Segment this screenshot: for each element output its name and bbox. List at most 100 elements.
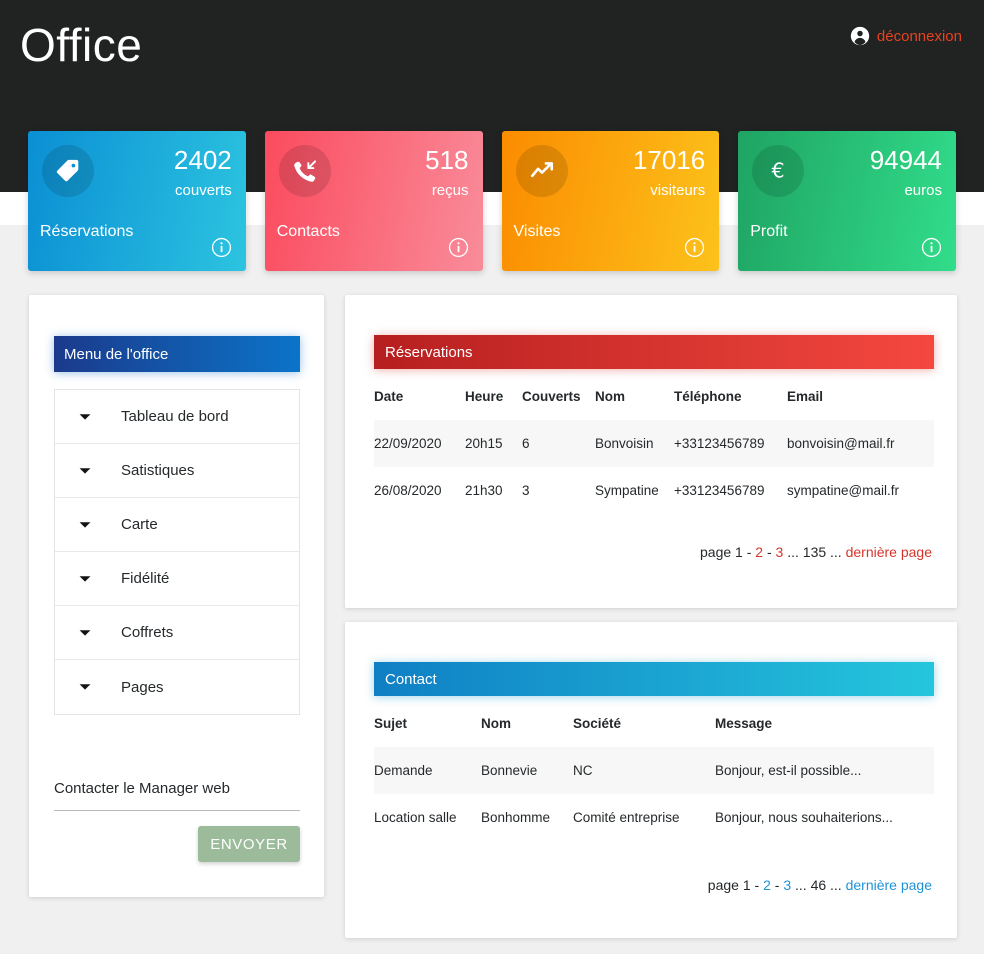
column-header-societe: Société [573, 716, 622, 731]
euro-icon: € [752, 145, 805, 197]
pagination-ellipsis-right: ... [830, 877, 842, 893]
cell-societe: Comité entreprise [573, 810, 680, 825]
stat-title: Réservations [40, 223, 134, 240]
stat-title: Profit [750, 223, 788, 240]
reservations-pagination: page 1 - 2 - 3 ... 135 ... dernière page [700, 544, 932, 560]
contact-pagination: page 1 - 2 - 3 ... 46 ... dernière page [708, 877, 932, 893]
cell-nom: Bonhomme [481, 810, 551, 825]
column-header-nom: Nom [481, 716, 511, 731]
stat-value: 94944 [869, 145, 942, 175]
stat-value: 518 [425, 145, 469, 175]
contact-panel: Contact Sujet Nom Société Message Demand… [345, 622, 957, 938]
stat-unit: euros [904, 182, 942, 199]
column-header-date: Date [374, 389, 404, 404]
pagination-ellipsis-right: ... [830, 544, 842, 560]
pagination-page-2[interactable]: 2 [755, 544, 763, 560]
chevron-down-icon [78, 467, 92, 475]
info-icon[interactable] [448, 237, 469, 258]
cell-couverts: 6 [522, 420, 595, 467]
pagination-last-page-link[interactable]: dernière page [846, 544, 932, 560]
info-icon[interactable] [921, 237, 942, 258]
cell-nom: Sympatine [595, 483, 659, 498]
pagination-total-pages: 46 [810, 877, 827, 893]
tag-icon [42, 145, 94, 197]
stat-card-visites[interactable]: 17016 visiteurs Visites [501, 131, 720, 271]
reservations-table: Date Heure Couverts Nom Téléphone Email … [374, 389, 934, 514]
stat-card-profit[interactable]: € 94944 euros Profit [738, 131, 956, 271]
cell-sujet: Demande [374, 747, 481, 794]
page-title: Office [20, 19, 143, 71]
cell-heure: 20h15 [465, 420, 522, 467]
table-header-row: Date Heure Couverts Nom Téléphone Email [374, 389, 934, 420]
logout-button[interactable]: déconnexion [850, 26, 962, 46]
cell-date: 22/09/2020 [374, 420, 465, 467]
cell-message: Bonjour, nous souhaiterions... [715, 810, 893, 825]
table-row[interactable]: 22/09/2020 20h15 6 Bonvoisin +3312345678… [374, 420, 934, 467]
info-icon[interactable] [684, 237, 705, 258]
chevron-down-icon [78, 521, 92, 529]
stat-card-reservations[interactable]: 2402 couverts Réservations [28, 131, 246, 271]
sidebar-item-tableau-de-bord[interactable]: Tableau de bord [55, 390, 299, 444]
stat-title: Visites [513, 223, 561, 240]
manager-message-input[interactable] [54, 779, 300, 811]
cell-couverts: 3 [522, 483, 530, 498]
stat-unit: reçus [431, 182, 469, 199]
stat-cards-row: 2402 couverts Réservations 518 reçus Con… [28, 131, 956, 271]
pagination-page-3[interactable]: 3 [776, 544, 784, 560]
pagination-prefix: page 1 - [707, 877, 760, 893]
cell-heure: 21h30 [465, 483, 503, 498]
sidebar-item-pages[interactable]: Pages [55, 660, 299, 714]
cell-message: Bonjour, est-il possible... [715, 747, 934, 794]
sidebar-item-fidelite[interactable]: Fidélité [55, 552, 299, 606]
contact-table: Sujet Nom Société Message Demande Bonnev… [374, 716, 934, 841]
cell-nom: Bonnevie [481, 747, 573, 794]
chevron-down-icon [78, 413, 92, 421]
svg-text:€: € [772, 159, 785, 183]
stat-title: Contacts [276, 223, 340, 240]
column-header-message: Message [715, 716, 773, 731]
sidebar-item-coffrets[interactable]: Coffrets [55, 606, 299, 660]
send-button[interactable]: ENVOYER [198, 826, 300, 862]
sidebar-item-label: Satistiques [121, 462, 195, 479]
chevron-down-icon [78, 629, 92, 637]
table-header-row: Sujet Nom Société Message [374, 716, 934, 747]
pagination-last-page-link[interactable]: dernière page [846, 877, 932, 893]
table-row[interactable]: Demande Bonnevie NC Bonjour, est-il poss… [374, 747, 934, 794]
sidebar-item-carte[interactable]: Carte [55, 498, 299, 552]
sidebar-item-satistiques[interactable]: Satistiques [55, 444, 299, 498]
chevron-down-icon [78, 575, 92, 583]
pagination-page-3[interactable]: 3 [783, 877, 791, 893]
table-row[interactable]: Location salle Bonhomme Comité entrepris… [374, 794, 934, 841]
reservations-section-header: Réservations [374, 335, 934, 369]
contact-title: Contact [385, 670, 437, 688]
reservations-panel: Réservations Date Heure Couverts Nom Tél… [345, 295, 957, 608]
pagination-ellipsis-left: ... [795, 877, 807, 893]
logout-label: déconnexion [876, 27, 962, 45]
stat-card-contacts[interactable]: 518 reçus Contacts [264, 131, 483, 271]
trending-line-icon [515, 145, 568, 197]
pagination-separator: - [774, 877, 780, 893]
stat-unit: couverts [175, 182, 232, 199]
cell-telephone: +33123456789 [674, 483, 765, 498]
column-header-telephone: Téléphone [674, 389, 742, 404]
table-row[interactable]: 26/08/2020 21h30 3 Sympatine +3312345678… [374, 467, 934, 514]
column-header-couverts: Couverts [522, 389, 581, 404]
contact-section-header: Contact [374, 662, 934, 696]
info-icon[interactable] [211, 237, 232, 258]
cell-date: 26/08/2020 [374, 483, 442, 498]
pagination-ellipsis-left: ... [787, 544, 799, 560]
stat-value: 17016 [632, 145, 706, 175]
cell-telephone: +33123456789 [674, 420, 787, 467]
pagination-prefix: page 1 - [700, 544, 752, 560]
column-header-sujet: Sujet [374, 716, 408, 731]
column-header-nom: Nom [595, 389, 625, 404]
sidebar-item-label: Coffrets [121, 624, 174, 641]
sidebar-item-label: Pages [121, 678, 164, 696]
pagination-page-2[interactable]: 2 [763, 877, 771, 893]
sidebar-item-label: Tableau de bord [121, 408, 229, 425]
cell-email: sympatine@mail.fr [787, 483, 899, 498]
sidebar-menu-list: Tableau de bord Satistiques Carte Fidéli… [54, 389, 300, 715]
account-circle-icon [850, 26, 870, 46]
phone-incoming-icon [278, 145, 331, 197]
manager-contact-form: ENVOYER [54, 779, 300, 862]
